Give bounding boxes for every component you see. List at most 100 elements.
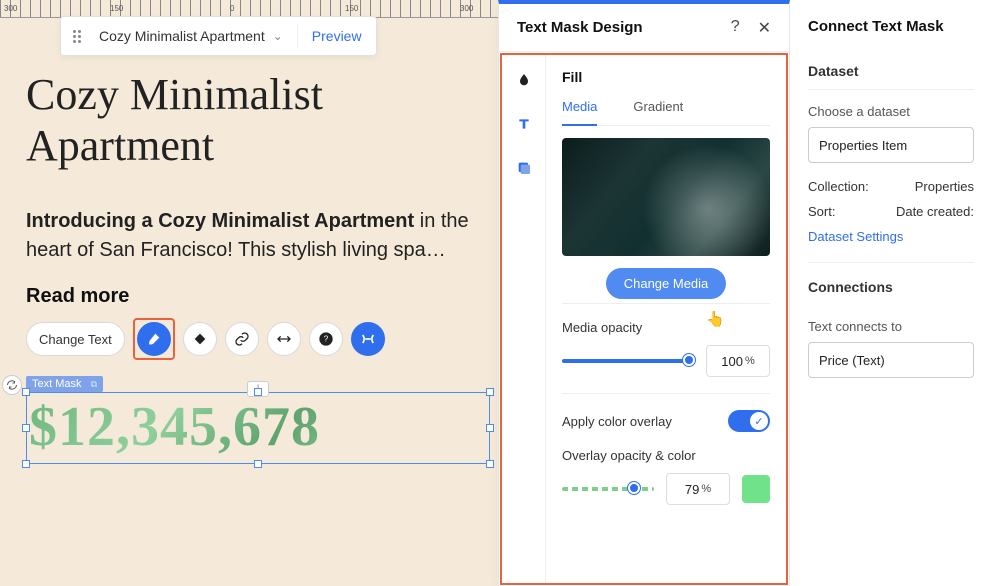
design-panel-body: Fill Media Gradient Change Media Media o… bbox=[500, 53, 788, 585]
sort-value: Date created: bbox=[896, 204, 974, 219]
media-opacity-slider[interactable] bbox=[562, 359, 694, 363]
dataset-settings-link[interactable]: Dataset Settings bbox=[808, 229, 974, 244]
stretch-button[interactable] bbox=[267, 322, 301, 356]
overlay-opacity-label: Overlay opacity & color bbox=[562, 448, 770, 463]
resize-handle[interactable] bbox=[22, 460, 30, 468]
ruler-mark: 150 bbox=[345, 4, 358, 13]
text-mask-element[interactable]: Text Mask ⧉ ⤓ $12,345,678 bbox=[26, 374, 490, 464]
panel-close-button[interactable]: ✕ bbox=[758, 18, 771, 38]
design-panel-content: Fill Media Gradient Change Media Media o… bbox=[546, 55, 786, 583]
media-opacity-section: Media opacity 100% bbox=[562, 303, 770, 393]
toolbar-selected-indicator bbox=[133, 318, 175, 360]
design-panel: Text Mask Design ? ✕ Fill Media Gradient bbox=[498, 0, 790, 586]
collection-key: Collection: bbox=[808, 179, 869, 194]
media-preview[interactable] bbox=[562, 138, 770, 256]
design-panel-tabs bbox=[502, 55, 546, 583]
collection-row: Collection: Properties bbox=[808, 179, 974, 194]
change-media-button[interactable]: Change Media bbox=[606, 268, 727, 299]
dataset-select[interactable]: Properties Item bbox=[808, 127, 974, 163]
link-button[interactable] bbox=[225, 322, 259, 356]
color-overlay-section: Apply color overlay ✓ bbox=[562, 393, 770, 448]
dataset-select-value: Properties Item bbox=[819, 138, 907, 153]
design-panel-title: Text Mask Design bbox=[517, 19, 643, 36]
tab-text[interactable] bbox=[513, 113, 535, 135]
ruler-mark: 0 bbox=[230, 4, 234, 13]
overlay-opacity-slider[interactable] bbox=[562, 487, 654, 491]
brush-icon bbox=[146, 331, 162, 347]
divider bbox=[808, 262, 974, 263]
collection-value: Properties bbox=[915, 179, 974, 194]
resize-handle[interactable] bbox=[254, 460, 262, 468]
media-opacity-label: Media opacity bbox=[562, 320, 770, 335]
overlay-opacity-section: Overlay opacity & color 79% bbox=[562, 448, 770, 521]
resize-handle[interactable] bbox=[254, 388, 262, 396]
resize-handle[interactable] bbox=[22, 424, 30, 432]
subtab-gradient[interactable]: Gradient bbox=[633, 99, 683, 125]
page-title: Cozy Minimalist Apartment bbox=[26, 70, 496, 171]
overlay-toggle-label: Apply color overlay bbox=[562, 414, 672, 429]
connects-to-label: Text connects to bbox=[808, 319, 974, 334]
design-brush-button[interactable] bbox=[137, 322, 171, 356]
text-mask-value: $12,345,678 bbox=[29, 397, 487, 461]
resize-handle[interactable] bbox=[486, 388, 494, 396]
ruler-mark: 300 bbox=[460, 4, 473, 13]
element-toolbar: Change Text ? bbox=[26, 318, 496, 360]
intro-paragraph: Introducing a Cozy Minimalist Apartment … bbox=[26, 207, 496, 265]
connect-panel-title: Connect Text Mask bbox=[808, 18, 974, 35]
design-panel-header: Text Mask Design ? ✕ bbox=[499, 4, 789, 52]
animation-button[interactable] bbox=[183, 322, 217, 356]
connects-to-select[interactable]: Price (Text) bbox=[808, 342, 974, 378]
element-type-tag: Text Mask ⧉ bbox=[26, 376, 103, 392]
refresh-icon bbox=[6, 379, 18, 391]
text-icon bbox=[516, 116, 532, 132]
sort-row: Sort: Date created: bbox=[808, 204, 974, 219]
data-icon bbox=[360, 331, 376, 347]
ruler-mark: 300 bbox=[4, 4, 17, 13]
subtab-media[interactable]: Media bbox=[562, 99, 597, 126]
chevron-down-icon: ⌄ bbox=[273, 29, 283, 43]
panel-help-button[interactable]: ? bbox=[731, 18, 740, 38]
preview-button[interactable]: Preview bbox=[312, 28, 362, 44]
svg-text:?: ? bbox=[324, 335, 329, 344]
overlay-color-swatch[interactable] bbox=[742, 475, 770, 503]
tab-fill[interactable] bbox=[513, 69, 535, 91]
read-more-link[interactable]: Read more bbox=[26, 285, 496, 308]
overlay-opacity-value[interactable]: 79% bbox=[666, 473, 730, 505]
fill-heading: Fill bbox=[562, 69, 770, 85]
resize-handle[interactable] bbox=[22, 388, 30, 396]
connections-heading: Connections bbox=[808, 279, 974, 305]
data-connect-button[interactable] bbox=[351, 322, 385, 356]
selection-box[interactable]: ⤓ $12,345,678 bbox=[26, 392, 490, 464]
change-text-button[interactable]: Change Text bbox=[26, 322, 125, 356]
intro-bold: Introducing a Cozy Minimalist Apartment bbox=[26, 210, 414, 232]
page-selector-bar: Cozy Minimalist Apartment ⌄ Preview bbox=[60, 16, 377, 56]
choose-dataset-label: Choose a dataset bbox=[808, 104, 974, 119]
droplet-icon bbox=[516, 72, 532, 88]
media-opacity-value[interactable]: 100% bbox=[706, 345, 770, 377]
dataset-heading: Dataset bbox=[808, 53, 974, 90]
ruler-mark: 150 bbox=[110, 4, 123, 13]
tab-layout[interactable] bbox=[513, 157, 535, 179]
divider bbox=[297, 24, 298, 48]
page-name-dropdown[interactable]: Cozy Minimalist Apartment ⌄ bbox=[99, 28, 283, 44]
resize-handle[interactable] bbox=[486, 460, 494, 468]
dataset-badge-icon[interactable] bbox=[2, 375, 22, 395]
help-icon: ? bbox=[318, 331, 334, 347]
tag-close-icon: ⧉ bbox=[91, 379, 97, 389]
toggle-knob-check-icon: ✓ bbox=[750, 412, 768, 430]
animation-icon bbox=[192, 331, 208, 347]
drag-handle-icon[interactable] bbox=[69, 28, 85, 44]
overlay-toggle[interactable]: ✓ bbox=[728, 410, 770, 432]
fill-subtabs: Media Gradient bbox=[562, 99, 770, 126]
link-icon bbox=[234, 331, 250, 347]
layers-icon bbox=[516, 160, 532, 176]
resize-handle[interactable] bbox=[486, 424, 494, 432]
connects-to-value: Price (Text) bbox=[819, 353, 885, 368]
sort-key: Sort: bbox=[808, 204, 835, 219]
connect-panel: Connect Text Mask Dataset Choose a datas… bbox=[790, 0, 986, 586]
page-name-label: Cozy Minimalist Apartment bbox=[99, 28, 265, 44]
stretch-icon bbox=[276, 331, 292, 347]
canvas-content: Cozy Minimalist Apartment Introducing a … bbox=[26, 70, 496, 464]
help-button[interactable]: ? bbox=[309, 322, 343, 356]
element-type-label: Text Mask bbox=[32, 378, 82, 390]
